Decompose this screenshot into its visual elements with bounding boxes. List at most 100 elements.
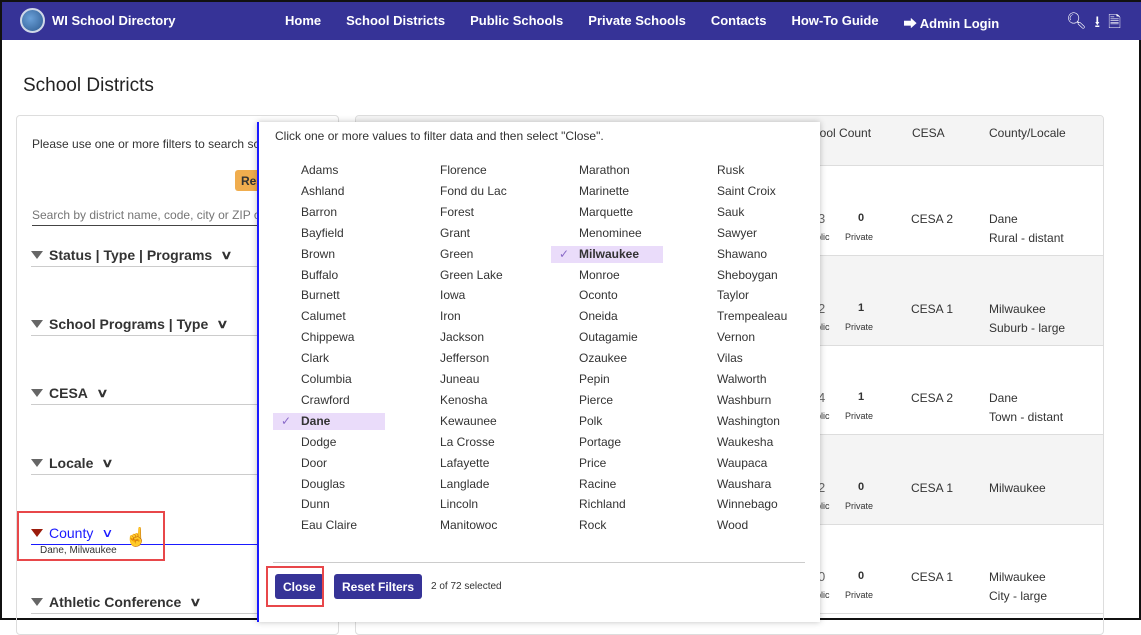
county-option[interactable]: Sauk [689,204,801,221]
county-option[interactable]: La Crosse [412,434,524,451]
county-option[interactable]: Ashland [273,183,385,200]
county-option[interactable]: Portage [551,434,663,451]
county-option[interactable]: Marathon [551,162,663,179]
county-option[interactable]: Pepin [551,371,663,388]
county-option[interactable]: Richland [551,496,663,513]
county-option[interactable]: Dodge [273,434,385,451]
county-option[interactable]: Marinette [551,183,663,200]
reset-filters-button[interactable]: Reset Filters [334,574,423,599]
county-option[interactable]: Rusk [689,162,801,179]
county-option[interactable]: Calumet [273,308,385,325]
county-option[interactable]: Burnett [273,287,385,304]
county-option[interactable]: Kewaunee [412,413,524,430]
county-option[interactable]: Buffalo [273,267,385,284]
nav-link-contacts[interactable]: Contacts [711,13,767,32]
county-option[interactable]: Waupaca [689,455,801,472]
option-label: Washington [717,413,780,428]
header-cesa[interactable]: CESA [912,126,945,140]
filter-label: Locale [49,454,94,471]
pdf-icon[interactable]: 🗎 [1108,11,1121,38]
county-option[interactable]: Sheboygan [689,267,801,284]
county-option[interactable]: Vilas [689,350,801,367]
county-option[interactable]: Grant [412,225,524,242]
county-option[interactable]: Lincoln [412,496,524,513]
county-option[interactable]: Kenosha [412,392,524,409]
county-option[interactable]: Oneida [551,308,663,325]
option-label: Marathon [579,163,630,177]
county-option[interactable]: Waushara [689,476,801,493]
locale: Rural - distant [989,231,1064,245]
county-option[interactable]: Dunn [273,496,385,513]
county-option[interactable]: Jackson [412,329,524,346]
county-option[interactable]: ✓ Dane [273,412,385,430]
nav-link-private-schools[interactable]: Private Schools [588,13,686,32]
nav-link-school-districts[interactable]: School Districts [346,13,445,32]
header-school-count[interactable]: hool Count [813,126,871,140]
county-option[interactable]: Pierce [551,392,663,409]
globe-logo-icon[interactable] [20,8,45,33]
nav-link-admin-login[interactable]: ⮕ Admin Login [904,13,1000,32]
option-label: Sawyer [717,225,758,240]
county-option[interactable]: Douglas [273,476,385,493]
county-option[interactable]: Polk [551,413,663,430]
nav-link-home[interactable]: Home [285,13,321,32]
county-option[interactable]: ✓ Milwaukee [551,245,663,263]
county-option[interactable]: Chippewa [273,329,385,346]
county-option[interactable]: Walworth [689,371,801,388]
search-icon[interactable]: 🔍︎ [1066,11,1086,38]
option-label: Vernon [717,330,756,345]
county-option[interactable]: Door [273,455,385,472]
county-option[interactable]: Jefferson [412,350,524,367]
county-option[interactable]: Forest [412,204,524,221]
option-label: Rock [579,518,607,533]
county-option[interactable]: Green Lake [412,267,524,284]
top-nav: WI School Directory Home School Districts… [2,2,1141,40]
county-option[interactable]: Taylor [689,287,801,304]
county-option[interactable]: Menominee [551,225,663,242]
county-option[interactable]: Washburn [689,392,801,409]
county-option[interactable]: Monroe [551,267,663,284]
chevron-down-icon: ∨ [96,385,109,400]
nav-link-public-schools[interactable]: Public Schools [470,13,563,32]
county-option[interactable]: Waukesha [689,434,801,451]
county-option[interactable]: Brown [273,246,385,263]
county-option[interactable]: Juneau [412,371,524,388]
county-option[interactable]: Clark [273,350,385,367]
county-option[interactable]: Washington [689,413,801,430]
county-option[interactable]: Adams [273,162,385,179]
county-option[interactable]: Barron [273,204,385,221]
county-option[interactable]: Shawano [689,246,801,263]
county-option[interactable]: Price [551,455,663,472]
county-option[interactable]: Ozaukee [551,350,663,367]
header-county-locale[interactable]: County/Locale [989,126,1066,140]
county-option[interactable]: Bayfield [273,225,385,242]
brand[interactable]: WI School Directory [52,13,176,28]
nav-link-how-to-guide[interactable]: How-To Guide [791,13,878,32]
county-option[interactable]: Columbia [273,371,385,388]
county-option[interactable]: Rock [551,517,663,534]
county-option[interactable]: Oconto [551,287,663,304]
county-option[interactable]: Outagamie [551,329,663,346]
county-option[interactable]: Manitowoc [412,517,524,534]
county-option[interactable]: Sawyer [689,225,801,242]
county-option[interactable]: Fond du Lac [412,183,524,200]
download-icon[interactable]: ⭳ [1095,11,1101,38]
county-option[interactable]: Langlade [412,476,524,493]
county-option[interactable]: Racine [551,476,663,493]
county-option[interactable]: Wood [689,517,801,534]
county-option[interactable]: Eau Claire [273,517,385,534]
county-option[interactable]: Green [412,246,524,263]
county-option[interactable]: Iron [412,308,524,325]
option-label: Douglas [301,476,346,491]
county-option[interactable]: Winnebago [689,496,801,513]
county: Milwaukee [989,570,1046,584]
county-option[interactable]: Marquette [551,204,663,221]
county-option[interactable]: Trempealeau [689,308,801,325]
county-option[interactable]: Saint Croix [689,183,801,200]
county-option[interactable]: Florence [412,162,524,179]
county-option[interactable]: Crawford [273,392,385,409]
county-option[interactable]: Lafayette [412,455,524,472]
login-icon: ⮕ [903,16,920,31]
county-option[interactable]: Iowa [412,287,524,304]
county-option[interactable]: Vernon [689,329,801,346]
